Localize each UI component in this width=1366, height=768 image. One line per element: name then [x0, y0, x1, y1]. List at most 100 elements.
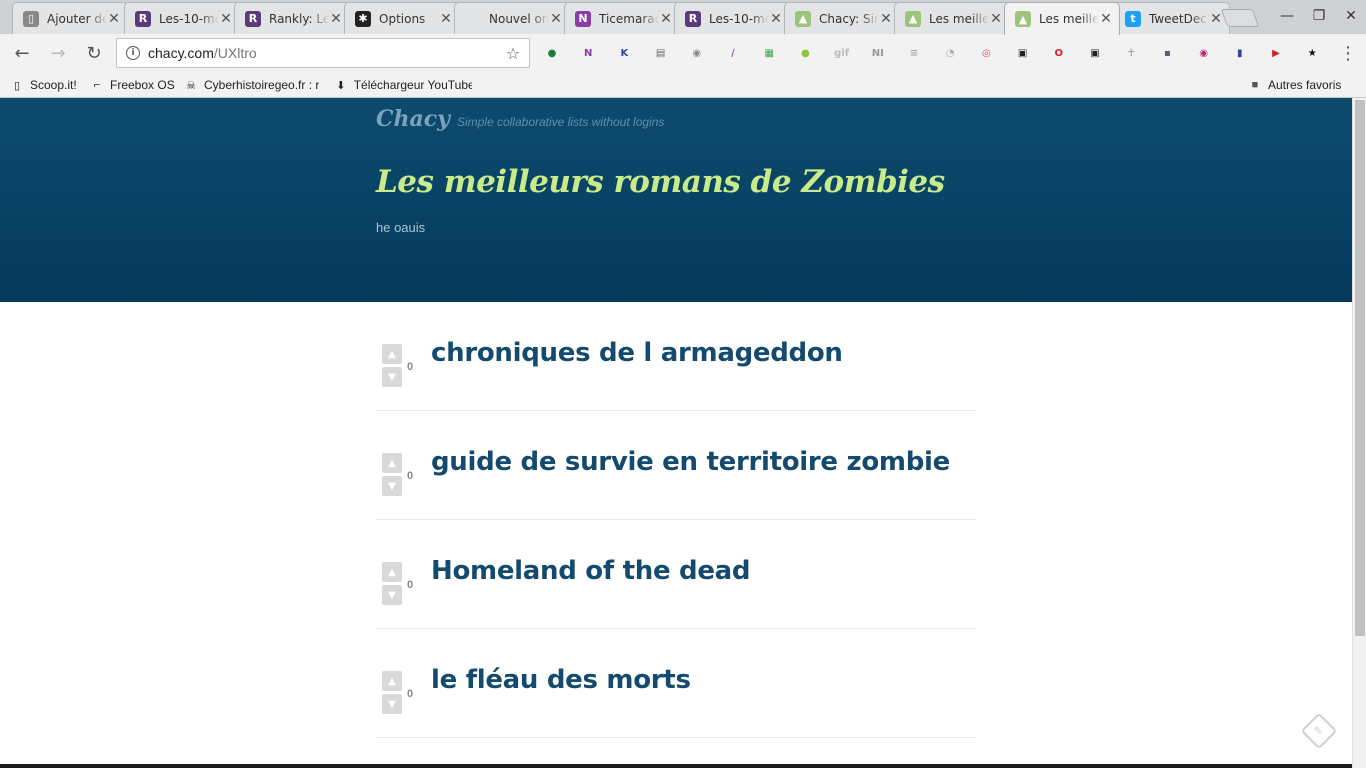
ext-green-circle-icon[interactable]: ●	[543, 44, 561, 62]
back-button[interactable]: ←	[8, 39, 36, 67]
ext-qr2-icon[interactable]: ▣	[1086, 44, 1104, 62]
list-item: ▲ ▼ 0 Homeland of the dead	[376, 520, 976, 629]
browser-tab[interactable]: ▲ Les meilleurs✕	[1004, 2, 1120, 35]
vote-down-button[interactable]: ▼	[382, 476, 402, 496]
ext-donut-icon[interactable]: ◉	[1195, 44, 1213, 62]
vote-down-button[interactable]: ▼	[382, 367, 402, 387]
tab-close-icon[interactable]: ✕	[439, 12, 453, 26]
blank-favicon-icon	[465, 11, 481, 27]
bookmark-favicon-icon: ⌐	[93, 79, 101, 91]
ext-rss-icon[interactable]: ◔	[941, 44, 959, 62]
vote-up-button[interactable]: ▲	[382, 453, 402, 473]
folder-icon: ■	[1251, 79, 1259, 91]
vote-up-button[interactable]: ▲	[382, 562, 402, 582]
other-bookmarks[interactable]: ■ Autres favoris	[1248, 75, 1342, 95]
tab-close-icon[interactable]: ✕	[659, 12, 673, 26]
item-title[interactable]: chroniques de l armageddon	[431, 338, 843, 368]
ext-lime-dot-icon[interactable]: ●	[796, 44, 814, 62]
bookmark-item[interactable]: ▯ Scoop.it!	[10, 75, 77, 95]
browser-tab[interactable]: Nouvel onglet✕	[454, 2, 570, 34]
tab-strip: ▯Ajouter des éléments✕RLes-10-meilleurs✕…	[0, 0, 1366, 35]
list-header: Chacy Simple collaborative lists without…	[0, 98, 1352, 302]
browser-tab[interactable]: R Les-10-meilleurs✕	[124, 2, 240, 34]
browser-tab[interactable]: ▯ Ajouter des éléments✕	[12, 2, 128, 34]
brand-logo[interactable]: Chacy	[376, 106, 450, 132]
bookmark-star-icon[interactable]: ☆	[503, 44, 523, 63]
item-title[interactable]: Homeland of the dead	[431, 556, 751, 586]
tab-title: Chacy: Simple	[819, 11, 879, 26]
star-icon: ✱	[355, 10, 371, 27]
browser-tab[interactable]: N Ticemaracanée✕	[564, 2, 680, 34]
forward-button[interactable]: →	[44, 39, 72, 67]
page-viewport: Chacy Simple collaborative lists without…	[0, 98, 1352, 768]
rankly-icon: R	[135, 10, 151, 27]
reload-icon: ↻	[86, 42, 102, 64]
browser-toolbar: ← → ↻ i chacy.com/UXltro ☆ ● N K ▤ ◉ ∕ ▦ ● gif NI…	[0, 34, 1366, 72]
tab-close-icon[interactable]: ✕	[879, 12, 893, 26]
scrollbar-thumb[interactable]	[1355, 100, 1365, 636]
bookmark-item[interactable]: ⬇ Téléchargeur YouTube	[334, 75, 472, 95]
brand-tagline: Simple collaborative lists without login…	[456, 115, 665, 129]
tab-close-icon[interactable]: ✕	[989, 12, 1003, 26]
tab-close-icon[interactable]: ✕	[1099, 12, 1113, 26]
chacy-icon: ▲	[1015, 11, 1031, 27]
reload-button[interactable]: ↻	[80, 39, 108, 67]
tab-close-icon[interactable]: ✕	[769, 12, 783, 26]
tab-title: Ticemaracanée	[599, 11, 659, 26]
ext-k-icon[interactable]: K	[615, 44, 633, 62]
vote-up-button[interactable]: ▲	[382, 671, 402, 691]
ext-print-icon[interactable]: ▦	[760, 44, 778, 62]
tab-close-icon[interactable]: ✕	[1209, 12, 1223, 26]
close-window-button[interactable]: ✕	[1334, 0, 1366, 32]
new-tab-button[interactable]	[1220, 9, 1260, 27]
ext-broadcast-icon[interactable]: ◎	[977, 44, 995, 62]
vote-count: 0	[407, 361, 414, 373]
list-title: Les meilleurs romans de Zombies	[376, 164, 945, 200]
address-bar[interactable]: i chacy.com/UXltro ☆	[116, 38, 530, 68]
ext-gif-icon[interactable]: gif	[833, 44, 851, 62]
ext-onenote-icon[interactable]: N	[579, 44, 597, 62]
browser-tab[interactable]: ✱ Options ✕	[344, 2, 460, 34]
tab-title: Les-10-meilleurs	[159, 11, 219, 26]
restore-button[interactable]: ❐	[1302, 0, 1336, 32]
tab-close-icon[interactable]: ✕	[329, 12, 343, 26]
ext-black-star-icon[interactable]: ★	[1303, 44, 1321, 62]
info-icon[interactable]: i	[126, 46, 140, 60]
browser-menu-button[interactable]: ⋮	[1334, 39, 1362, 67]
item-title[interactable]: guide de survie en territoire zombie	[431, 447, 950, 477]
browser-tab[interactable]: t TweetDeck ✕	[1114, 2, 1230, 34]
ext-stack-icon[interactable]: ≡	[905, 44, 923, 62]
minimize-button[interactable]: —	[1270, 0, 1304, 32]
tab-title: Les meilleurs	[1039, 12, 1099, 26]
feedback-icon[interactable]: ✎	[1300, 712, 1338, 750]
ext-qr-icon[interactable]: ▣	[1014, 44, 1032, 62]
ext-square-icon[interactable]: ▪	[1158, 44, 1176, 62]
tab-close-icon[interactable]: ✕	[219, 12, 233, 26]
ext-book-icon[interactable]: ▤	[652, 44, 670, 62]
browser-tab[interactable]: ▲ Les meilleurs✕	[894, 2, 1010, 34]
browser-tab[interactable]: ▲ Chacy: Simple✕	[784, 2, 900, 34]
ext-opera-icon[interactable]: O	[1050, 44, 1068, 62]
ext-video-icon[interactable]: ▶	[1267, 44, 1285, 62]
ext-camera-icon[interactable]: ◉	[688, 44, 706, 62]
vote-down-button[interactable]: ▼	[382, 585, 402, 605]
url-text[interactable]: chacy.com/UXltro	[148, 45, 503, 61]
twitter-icon: t	[1125, 10, 1141, 27]
ext-reader-icon[interactable]: ▮	[1231, 44, 1249, 62]
tab-close-icon[interactable]: ✕	[549, 12, 563, 26]
ext-feather-icon[interactable]: ∕	[724, 44, 742, 62]
browser-tab[interactable]: R Les-10-meilleurs✕	[674, 2, 790, 34]
kebab-menu-icon: ⋮	[1339, 42, 1357, 64]
ext-ankh-icon[interactable]: ☥	[1122, 44, 1140, 62]
item-title[interactable]: le fléau des morts	[431, 665, 691, 695]
ext-ni-icon[interactable]: NI	[869, 44, 887, 62]
page-scrollbar[interactable]	[1352, 98, 1366, 768]
vote-up-button[interactable]: ▲	[382, 344, 402, 364]
bookmark-item[interactable]: ⌐ Freebox OS	[90, 75, 175, 95]
bookmarks-bar: ▯ Scoop.it! ⌐ Freebox OS ☠ Cyberhistoiregeo.f…	[0, 72, 1366, 98]
vote-down-button[interactable]: ▼	[382, 694, 402, 714]
browser-tab[interactable]: R Rankly: Les meilleurs✕	[234, 2, 350, 34]
tab-close-icon[interactable]: ✕	[107, 12, 121, 26]
tab-title: Ajouter des éléments	[47, 11, 107, 26]
bookmark-item[interactable]: ☠ Cyberhistoiregeo.fr : r	[184, 75, 319, 95]
